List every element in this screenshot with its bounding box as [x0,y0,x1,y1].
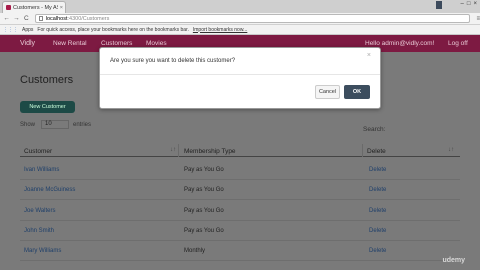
maximize-icon[interactable]: □ [467,1,471,7]
back-icon[interactable]: ← [3,15,10,22]
browser-menu-icon[interactable]: ≡ [477,16,480,22]
table-header: Customer ↓↑ Membership Type Delete ↓↑ [20,144,460,157]
browser-tabstrip: Customers - My ASP. × – □ × [0,0,480,13]
url-path: :4300/Customers [67,15,110,22]
cancel-button[interactable]: Cancel [315,85,340,99]
table-row: John Smith Pay as You Go Delete [20,221,460,241]
apps-icon[interactable]: ⋮⋮⋮ [3,27,18,33]
bookmarks-bar: ⋮⋮⋮ Apps For quick access, place your bo… [0,25,480,35]
membership-type: Pay as You Go [184,208,224,214]
brand-logo[interactable]: Vidly [20,40,35,47]
import-bookmarks-link[interactable]: Import bookmarks now... [193,27,247,33]
page-icon [38,16,43,21]
table-row: Joe Walters Pay as You Go Delete [20,201,460,221]
nav-customers[interactable]: Customers [101,40,132,47]
tab-title: Customers - My ASP. [13,4,58,11]
new-customer-button[interactable]: New Customer [20,101,75,113]
browser-tab[interactable]: Customers - My ASP. × [2,1,66,13]
page-title: Customers [20,74,74,86]
membership-type: Pay as You Go [184,228,224,234]
favicon-icon [6,5,11,10]
membership-type: Monthly [184,248,206,254]
confirm-dialog: Are you sure you want to delete this cus… [99,47,381,109]
header-customer[interactable]: Customer [24,148,52,155]
delete-link[interactable]: Delete [369,208,386,214]
nav-movies[interactable]: Movies [146,40,167,47]
ok-button[interactable]: OK [344,85,370,99]
header-membership-type[interactable]: Membership Type [184,148,236,155]
column-divider [178,144,179,157]
customer-name-link[interactable]: John Smith [24,228,54,234]
bookmarks-hint: For quick access, place your bookmarks h… [37,26,189,33]
apps-label[interactable]: Apps [22,27,33,33]
table-row: Mary Williams Monthly Delete [20,241,460,261]
window-controls: – □ × [461,1,477,7]
sort-icon[interactable]: ↓↑ [448,147,454,153]
url-input[interactable]: localhost :4300/Customers [34,14,470,23]
close-window-icon[interactable]: × [473,1,477,7]
header-delete[interactable]: Delete [367,148,386,155]
reload-icon[interactable]: C [23,15,30,22]
customer-name-link[interactable]: Ivan Williams [24,167,59,173]
search-label: Search: [363,126,386,133]
watermark-logo: udemy [442,257,465,264]
nav-new-rental[interactable]: New Rental [53,40,87,47]
membership-type: Pay as You Go [184,187,224,193]
sort-icon[interactable]: ↓↑ [170,147,176,153]
delete-link[interactable]: Delete [369,167,386,173]
forward-icon[interactable]: → [13,15,20,22]
delete-link[interactable]: Delete [369,228,386,234]
logoff-link[interactable]: Log off [448,40,468,47]
user-greeting-link[interactable]: Hello admin@vidly.com! [365,40,434,47]
customer-name-link[interactable]: Joe Walters [24,208,55,214]
entries-select[interactable]: 10 [41,120,69,129]
table-row: Ivan Williams Pay as You Go Delete [20,160,460,180]
delete-link[interactable]: Delete [369,187,386,193]
address-bar: ← → C localhost :4300/Customers ≡ [0,13,480,25]
show-label: Show [20,122,36,128]
entries-label: entries [73,122,92,128]
tab-close-icon[interactable]: × [60,5,65,11]
membership-type: Pay as You Go [184,167,224,173]
customer-name-link[interactable]: Mary Williams [24,248,61,254]
url-host: localhost [45,15,68,22]
table-row: Joanne McGuiness Pay as You Go Delete [20,180,460,200]
customer-name-link[interactable]: Joanne McGuiness [24,187,75,193]
column-divider [362,144,363,157]
dialog-message: Are you sure you want to delete this cus… [110,58,236,64]
delete-link[interactable]: Delete [369,248,386,254]
dialog-divider [100,74,380,75]
close-icon[interactable]: × [367,52,371,59]
minimize-icon[interactable]: – [461,1,464,7]
profile-chip[interactable] [436,1,442,9]
